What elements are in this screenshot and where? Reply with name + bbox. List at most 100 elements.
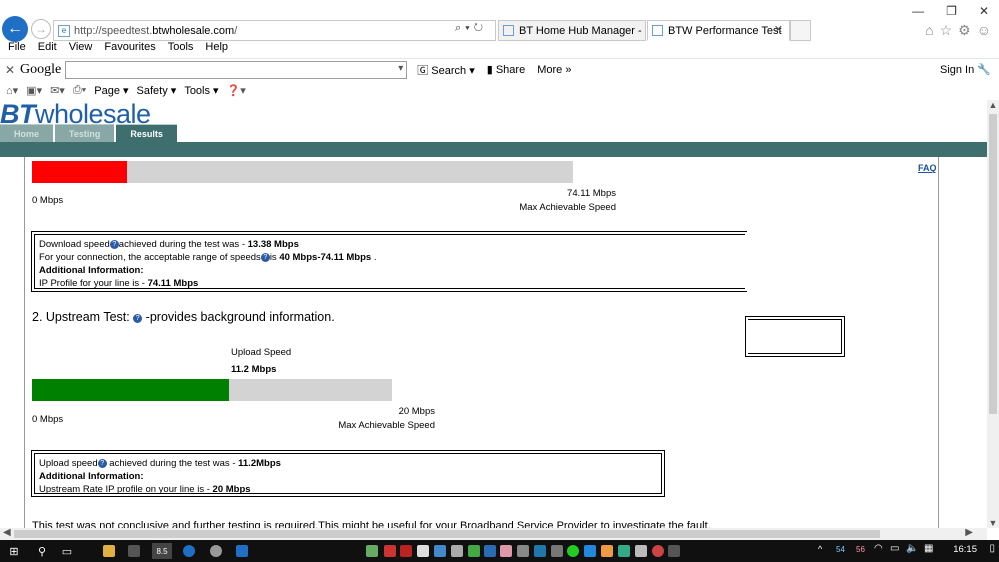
- home-icon[interactable]: ⌂▾: [6, 84, 18, 97]
- google-share-label: Share: [495, 64, 526, 76]
- help-icon[interactable]: ?: [260, 253, 270, 262]
- tray-app-icon[interactable]: [517, 545, 529, 557]
- scroll-left-icon[interactable]: ◀: [3, 527, 11, 538]
- file-explorer-icon[interactable]: [103, 545, 115, 557]
- taskbar-clock[interactable]: 16:15: [953, 544, 977, 555]
- horizontal-scroll-thumb[interactable]: [14, 530, 880, 538]
- google-signin-button[interactable]: Sign In 🔧: [940, 63, 991, 76]
- address-bar[interactable]: e http://speedtest. btwholesale.com /: [53, 20, 496, 41]
- tray-app-icon[interactable]: [652, 545, 664, 557]
- upload-result-value: 11.2Mbps: [238, 458, 281, 469]
- mail-icon[interactable]: ✉▾: [50, 84, 65, 97]
- tray-app-icon[interactable]: [635, 545, 647, 557]
- close-toolbar-icon[interactable]: ✕: [0, 63, 20, 77]
- menu-edit[interactable]: Edit: [38, 41, 57, 57]
- tray-app-icon[interactable]: [384, 545, 396, 557]
- home-icon[interactable]: ⌂: [925, 22, 933, 39]
- tray-app-icon[interactable]: [534, 545, 546, 557]
- close-window-icon[interactable]: ✕: [979, 4, 989, 18]
- close-tab-icon[interactable]: ✕: [774, 23, 783, 36]
- address-tools: ⌕▾↻: [455, 22, 487, 35]
- feeds-icon[interactable]: ▣▾: [26, 84, 42, 97]
- tab-label: BTW Performance Test: [668, 24, 782, 37]
- refresh-icon[interactable]: ↻: [474, 22, 487, 34]
- gear-icon[interactable]: ⚙: [958, 22, 971, 39]
- store-icon[interactable]: [128, 545, 140, 557]
- tray-app-icon[interactable]: [468, 545, 480, 557]
- google-share-button[interactable]: ▮ Share: [487, 63, 525, 76]
- tray-app-icon[interactable]: [451, 545, 463, 557]
- battery-icon[interactable]: ▭: [890, 543, 899, 554]
- minimize-icon[interactable]: —: [912, 4, 924, 18]
- tray-app-icon[interactable]: [400, 545, 412, 557]
- google-signin-label: Sign In: [939, 64, 975, 76]
- app-icon[interactable]: [210, 545, 222, 557]
- command-safety[interactable]: Safety ▾: [137, 84, 177, 97]
- upload-speed-fill: [32, 379, 229, 401]
- windows-start-icon[interactable]: ⊞: [6, 543, 22, 559]
- help-icon[interactable]: ?: [97, 459, 107, 468]
- print-icon[interactable]: ⎙▾: [73, 84, 86, 97]
- tray-app-icon[interactable]: [500, 545, 512, 557]
- address-host: btwholesale.com: [152, 24, 235, 37]
- scroll-right-icon[interactable]: ▶: [965, 527, 973, 538]
- favorites-star-icon[interactable]: ☆: [940, 22, 953, 39]
- action-center-icon[interactable]: ▯: [989, 543, 995, 554]
- menu-help[interactable]: Help: [205, 41, 228, 57]
- forward-button[interactable]: →: [31, 19, 51, 39]
- google-more-button[interactable]: More »: [537, 64, 571, 76]
- help-icon[interactable]: ?: [133, 314, 143, 323]
- smiley-icon[interactable]: ☺: [977, 22, 991, 39]
- taskbar-badge[interactable]: 8.5: [152, 543, 172, 559]
- faq-link[interactable]: FAQ: [918, 163, 937, 173]
- tray-app-icon[interactable]: [551, 545, 563, 557]
- tray-app-icon[interactable]: [484, 545, 496, 557]
- tray-app-icon[interactable]: [366, 545, 378, 557]
- upload-additional-heading: Additional Information:: [39, 471, 144, 482]
- horizontal-scrollbar[interactable]: ◀ ▶: [0, 527, 987, 540]
- vertical-scroll-thumb[interactable]: [989, 114, 997, 414]
- help-icon[interactable]: ?: [109, 240, 119, 249]
- back-button[interactable]: ←: [2, 16, 28, 42]
- dropdown-icon[interactable]: ▾: [465, 22, 474, 34]
- search-icon[interactable]: ⚲: [34, 543, 50, 559]
- menu-view[interactable]: View: [69, 41, 93, 57]
- tray-app-icon[interactable]: [567, 545, 579, 557]
- nav-tab-home[interactable]: Home: [0, 124, 54, 142]
- tab-bt-home-hub[interactable]: BT Home Hub Manager - DHC...: [498, 20, 646, 41]
- menu-tools[interactable]: Tools: [168, 41, 194, 57]
- page-favicon-icon: e: [58, 24, 70, 37]
- internet-explorer-icon[interactable]: [183, 545, 195, 557]
- command-page[interactable]: Page ▾: [94, 84, 128, 97]
- app-icon[interactable]: [236, 545, 248, 557]
- search-icon[interactable]: ⌕: [455, 22, 465, 34]
- keyboard-icon[interactable]: ▦: [924, 543, 933, 554]
- restore-icon[interactable]: ❐: [946, 4, 957, 18]
- nav-tab-testing[interactable]: Testing: [55, 124, 115, 142]
- tray-app-icon[interactable]: [417, 545, 429, 557]
- task-view-icon[interactable]: ▭: [59, 543, 75, 559]
- google-search-input[interactable]: [65, 60, 408, 79]
- back-arrow-icon: ←: [7, 20, 23, 37]
- vertical-scrollbar[interactable]: ▲ ▼: [987, 100, 999, 528]
- scroll-down-icon[interactable]: ▼: [987, 518, 999, 528]
- nav-tab-results[interactable]: Results: [116, 124, 177, 143]
- volume-icon[interactable]: 🔈: [906, 543, 918, 554]
- tray-app-icon[interactable]: [618, 545, 630, 557]
- tray-app-icon[interactable]: [668, 545, 680, 557]
- help-icon[interactable]: ❓▾: [227, 84, 246, 97]
- google-search-button[interactable]: 🄶 Search ▾: [417, 62, 475, 78]
- tray-app-icon[interactable]: [434, 545, 446, 557]
- menu-favourites[interactable]: Favourites: [104, 41, 155, 57]
- show-hidden-icons-icon[interactable]: ^: [818, 544, 822, 554]
- tray-app-icon[interactable]: [601, 545, 613, 557]
- scroll-up-icon[interactable]: ▲: [987, 100, 999, 110]
- command-tools[interactable]: Tools ▾: [184, 84, 218, 97]
- upstream-title-prefix: 2. Upstream Test:: [32, 310, 134, 324]
- menu-file[interactable]: File: [8, 41, 26, 57]
- wifi-icon[interactable]: ◠: [874, 543, 883, 554]
- new-tab-button[interactable]: [790, 20, 811, 41]
- tab-label: BT Home Hub Manager - DHC...: [519, 24, 645, 37]
- tab-btw-performance-test[interactable]: BTW Performance Test ✕: [647, 20, 790, 41]
- tray-app-icon[interactable]: [584, 545, 596, 557]
